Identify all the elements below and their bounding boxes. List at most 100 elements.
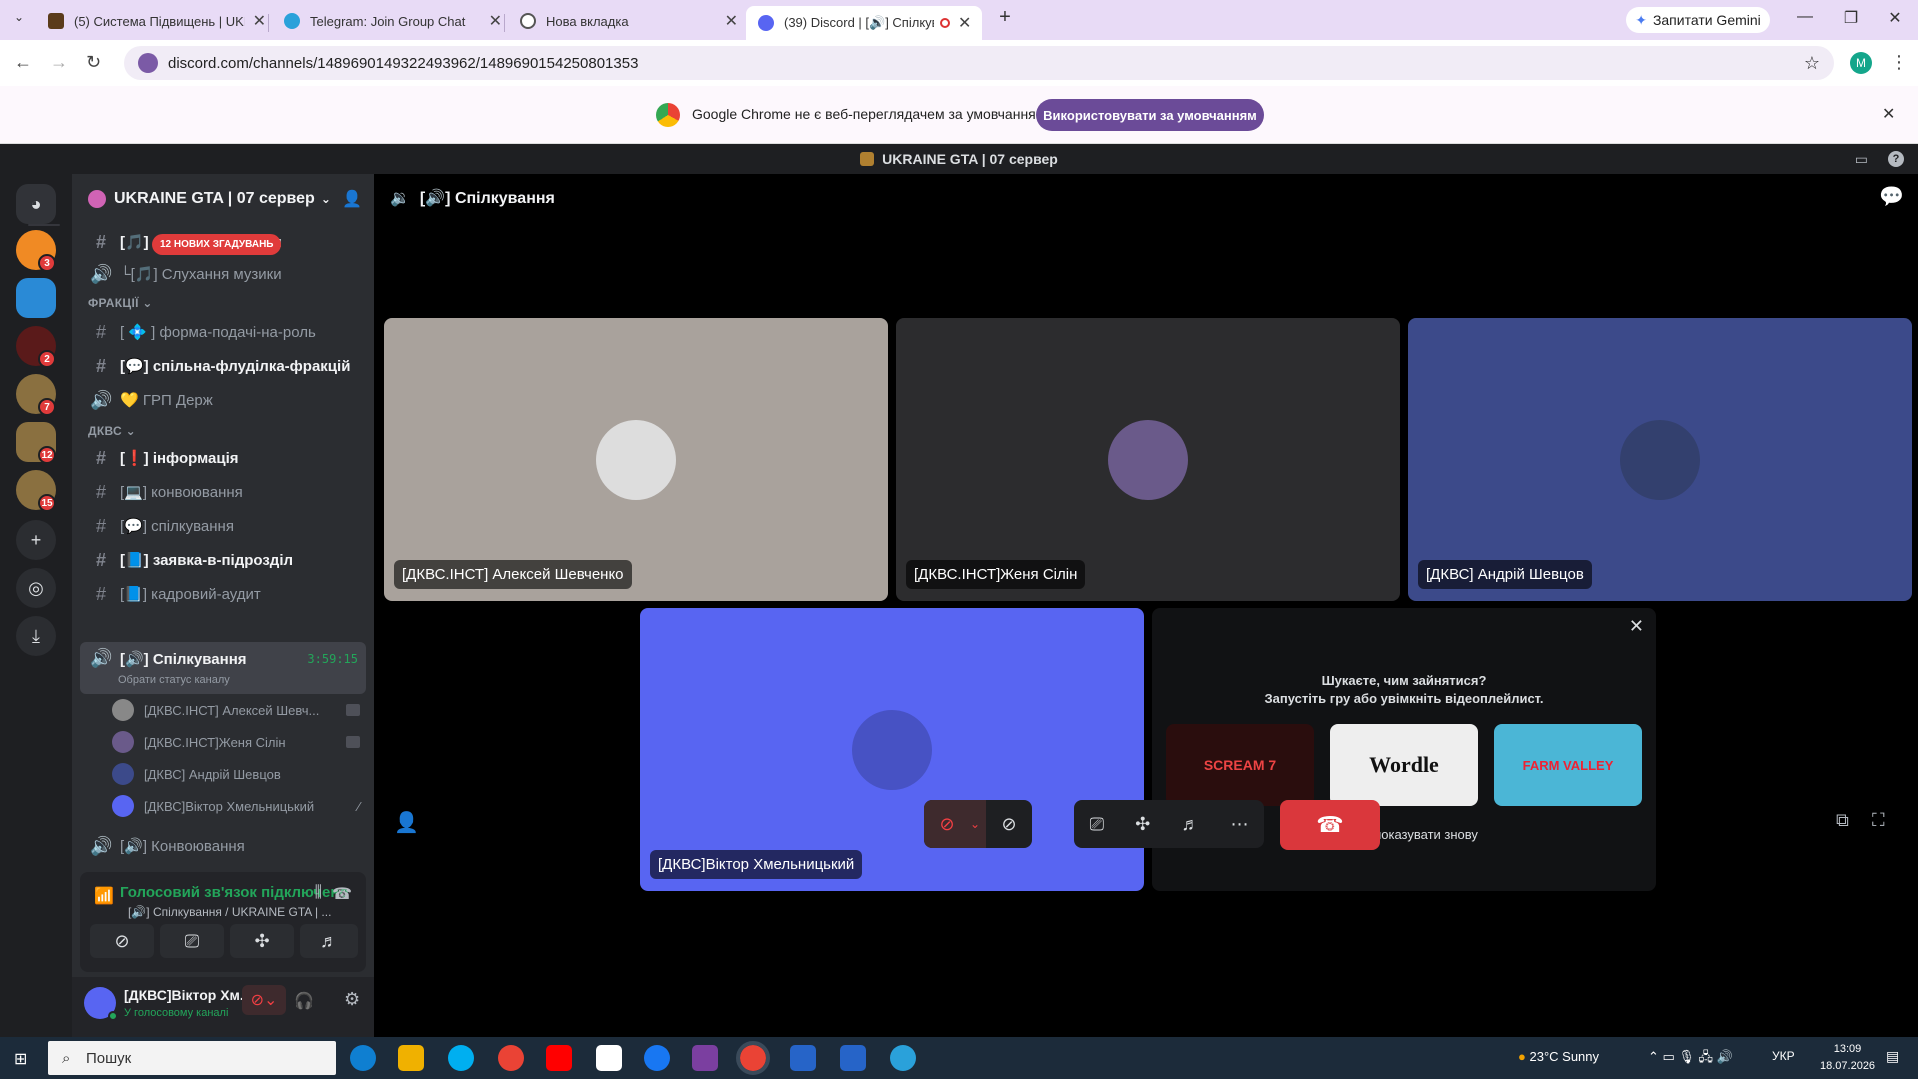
participant-tile[interactable]: [ДКВС] Андрій Шевцов bbox=[1408, 318, 1912, 601]
category-header[interactable]: ФРАКЦІЇ ⌄ bbox=[88, 296, 153, 310]
new-tab-button[interactable]: + bbox=[990, 6, 1020, 29]
mic-muted-button[interactable]: ⊘⌄ bbox=[242, 985, 286, 1015]
help-icon[interactable]: ? bbox=[1888, 151, 1904, 167]
signal-icon[interactable]: 📶 bbox=[94, 886, 114, 906]
chrome-profile-icon[interactable] bbox=[736, 1041, 770, 1075]
fullscreen-icon[interactable]: ⛶ bbox=[1872, 810, 1885, 831]
headphones-icon[interactable]: 🎧 bbox=[294, 991, 314, 1011]
soundboard-button[interactable]: ♬ bbox=[1181, 814, 1199, 835]
soundboard-button[interactable]: ♬ bbox=[300, 924, 358, 958]
channel-text[interactable]: # [💻] конвоювання bbox=[80, 476, 366, 508]
chrome-icon[interactable] bbox=[498, 1045, 524, 1071]
windows-start-icon[interactable]: ⊞ bbox=[14, 1049, 27, 1069]
profile-avatar[interactable]: M bbox=[1850, 52, 1872, 74]
youtube-icon[interactable] bbox=[546, 1045, 572, 1071]
reload-icon[interactable]: ↻ bbox=[86, 52, 101, 73]
telegram-icon[interactable] bbox=[890, 1045, 916, 1071]
voice-channel-path[interactable]: [🔊] Спілкування / UKRAINE GTA | ... bbox=[128, 905, 331, 919]
site-info-icon[interactable] bbox=[138, 53, 158, 73]
invite-people-icon[interactable]: 👤 bbox=[342, 189, 362, 209]
voice-member[interactable]: [ДКВС]Віктор Хмельницький ⁄ bbox=[112, 792, 366, 820]
input-language[interactable]: УКР bbox=[1772, 1049, 1795, 1063]
tab-2[interactable]: Нова вкладка ✕ bbox=[508, 6, 738, 36]
disconnect-call-button[interactable]: ☎ bbox=[1280, 800, 1380, 850]
channel-text[interactable]: # [💬] спільна-флуділка-фракцій bbox=[80, 350, 366, 382]
tray-icons[interactable]: ⌃ ▭ 🎙 🖧 🔊 bbox=[1648, 1048, 1733, 1070]
game-card-wordle[interactable]: Wordle bbox=[1330, 724, 1478, 806]
facebook-icon[interactable] bbox=[644, 1045, 670, 1071]
channel-text[interactable]: # [ 💠 ] форма-подачі-на-роль bbox=[80, 316, 366, 348]
channel-text[interactable]: # [💬] спілкування bbox=[80, 510, 366, 542]
gemini-button[interactable]: ✦ Запитати Gemini bbox=[1626, 7, 1770, 33]
close-icon[interactable]: ✕ bbox=[1882, 104, 1895, 124]
channel-text[interactable]: # [❗] інформація bbox=[80, 442, 366, 474]
voice-member[interactable]: [ДКВС.ІНСТ]Женя Сілін bbox=[112, 728, 366, 756]
invite-to-call-icon[interactable]: 👤 bbox=[394, 810, 419, 835]
app-icon[interactable] bbox=[790, 1045, 816, 1071]
forward-arrow-icon[interactable]: → bbox=[50, 52, 68, 73]
address-bar[interactable]: discord.com/channels/1489690149322493962… bbox=[124, 46, 1834, 80]
close-icon[interactable]: ✕ bbox=[958, 13, 971, 33]
channel-status[interactable]: Обрати статус каналу bbox=[118, 674, 230, 686]
category-header[interactable]: ДКВС ⌄ bbox=[88, 424, 136, 438]
discord-home-icon[interactable]: ◕ bbox=[16, 184, 56, 224]
settings-gear-icon[interactable]: ⚙ bbox=[344, 989, 360, 1010]
close-icon[interactable]: ✕ bbox=[489, 11, 502, 31]
document-icon[interactable] bbox=[596, 1045, 622, 1071]
activities-button[interactable]: ✣ bbox=[1135, 814, 1150, 835]
activities-button[interactable]: ✣ bbox=[230, 924, 294, 958]
channel-text[interactable]: # [📘] кадровий-аудит bbox=[80, 578, 366, 610]
camera-off-button[interactable]: ⊘ bbox=[986, 814, 1032, 835]
file-explorer-icon[interactable] bbox=[398, 1045, 424, 1071]
menu-kebab-icon[interactable]: ⋮ bbox=[1890, 52, 1908, 73]
pop-out-icon[interactable]: ⧉ bbox=[1836, 810, 1849, 831]
back-arrow-icon[interactable]: ← bbox=[14, 52, 32, 73]
server-header[interactable]: UKRAINE GTA | 07 сервер ⌄ 👤 bbox=[72, 174, 374, 224]
tab-0[interactable]: (5) Система Підвищень | UKRA ✕ bbox=[36, 6, 266, 36]
active-voice-channel[interactable]: 🔊 [🔊] Спілкування 3:59:15 Обрати статус … bbox=[80, 642, 366, 694]
add-server-icon[interactable]: + bbox=[16, 520, 56, 560]
channel-voice[interactable]: 🔊 💛 ГРП Держ bbox=[80, 384, 366, 416]
notifications-icon[interactable]: ▤ bbox=[1886, 1048, 1899, 1065]
participant-tile[interactable]: [ДКВС.ІНСТ] Алексей Шевченко bbox=[384, 318, 888, 601]
camera-off-button[interactable]: ⊘ bbox=[90, 924, 154, 958]
server-icon[interactable] bbox=[16, 278, 56, 318]
weather-widget[interactable]: ● 23°C Sunny bbox=[1518, 1049, 1599, 1064]
disconnect-icon[interactable]: ☎ bbox=[332, 884, 352, 904]
tab-1[interactable]: Telegram: Join Group Chat ✕ bbox=[272, 6, 502, 36]
skype-icon[interactable] bbox=[448, 1045, 474, 1071]
set-default-button[interactable]: Використовувати за умовчанням bbox=[1036, 99, 1264, 131]
mic-muted-button[interactable]: ⊘ bbox=[924, 800, 970, 848]
inbox-icon[interactable]: ▭ bbox=[1855, 151, 1868, 168]
restore-button[interactable]: ❐ bbox=[1836, 8, 1866, 28]
close-icon[interactable]: ✕ bbox=[253, 11, 266, 31]
participant-tile[interactable]: [ДКВС.ІНСТ]Женя Сілін bbox=[896, 318, 1400, 601]
minimize-button[interactable]: — bbox=[1790, 8, 1820, 26]
close-icon[interactable]: ✕ bbox=[1629, 616, 1644, 637]
participant-tile[interactable]: [ДКВС]Віктор Хмельницький bbox=[640, 608, 1144, 891]
voice-member[interactable]: [ДКВС.ІНСТ] Алексей Шевч... bbox=[112, 696, 366, 724]
username[interactable]: [ДКВС]Віктор Хм... bbox=[124, 987, 252, 1003]
discover-compass-icon[interactable]: ◎ bbox=[16, 568, 56, 608]
taskbar-search[interactable]: ⌕ Пошук bbox=[48, 1041, 336, 1075]
game-card-scream[interactable]: SCREAM 7 bbox=[1166, 724, 1314, 806]
edge-icon[interactable] bbox=[350, 1045, 376, 1071]
close-icon[interactable]: ✕ bbox=[725, 11, 738, 31]
share-screen-button[interactable]: ⎚ bbox=[160, 924, 224, 958]
bookmark-star-icon[interactable]: ☆ bbox=[1804, 53, 1820, 74]
channel-voice[interactable]: 🔊 └[🎵] Слухання музики bbox=[80, 258, 366, 290]
channel-text[interactable]: # [📘] заявка-в-підрозділ bbox=[80, 544, 366, 576]
game-card-farm-valley[interactable]: FARM VALLEY bbox=[1494, 724, 1642, 806]
app-icon[interactable] bbox=[692, 1045, 718, 1071]
taskbar-clock[interactable]: 13:09 18.07.2026 bbox=[1820, 1041, 1875, 1075]
new-mentions-banner[interactable]: 12 НОВИХ ЗГАДУВАНЬ bbox=[152, 234, 282, 255]
download-icon[interactable]: ⤓ bbox=[16, 616, 56, 656]
share-screen-button[interactable]: ⎚ bbox=[1090, 814, 1104, 835]
tab-3-active[interactable]: (39) Discord | [🔊] Спілкування ✕ bbox=[746, 6, 982, 40]
app-icon[interactable] bbox=[840, 1045, 866, 1071]
close-window-button[interactable]: ✕ bbox=[1880, 8, 1910, 28]
tab-search-chevron-icon[interactable]: ⌄ bbox=[4, 10, 34, 24]
noise-suppression-icon[interactable]: ⫼ bbox=[315, 884, 322, 902]
voice-member[interactable]: [ДКВС] Андрій Шевцов bbox=[112, 760, 366, 788]
channel-voice[interactable]: 🔊 [🔊] Конвоювання bbox=[80, 830, 366, 862]
